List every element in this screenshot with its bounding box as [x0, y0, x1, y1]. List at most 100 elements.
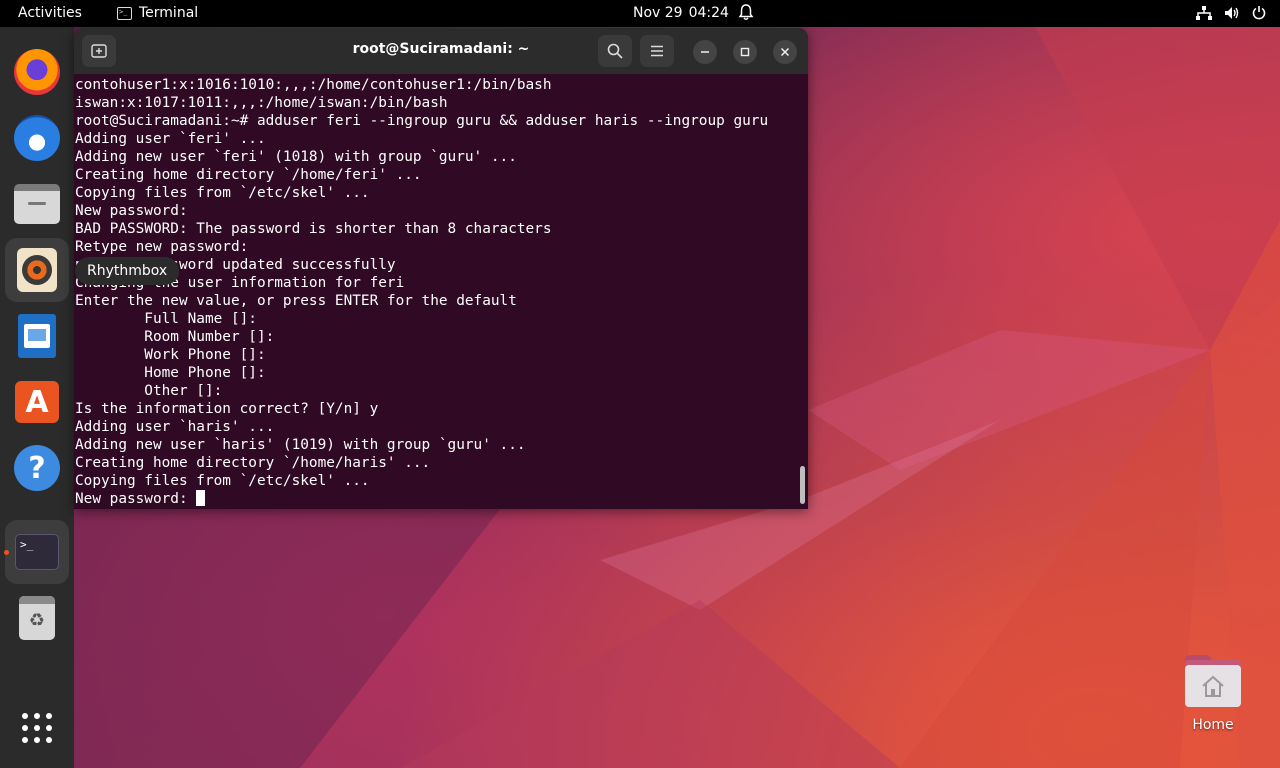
- terminal-line-text: Work Phone []:: [75, 347, 266, 363]
- home-folder-icon: [1185, 655, 1241, 707]
- terminal-line-text: Copying files from `/etc/skel' ...: [75, 473, 370, 489]
- terminal-line-text: Adding new user `feri' (1018) with group…: [75, 149, 517, 165]
- dock-files[interactable]: [5, 172, 69, 236]
- dock-tooltip: Rhythmbox: [75, 257, 180, 285]
- terminal-line-text: New password:: [75, 203, 188, 219]
- terminal-line-text: contohuser1:x:1016:1010:,,,:/home/contoh…: [75, 77, 552, 93]
- volume-icon: [1224, 6, 1240, 24]
- dock: A ? >_ ♻: [0, 27, 74, 768]
- terminal-line-text: Creating home directory `/home/haris' ..…: [75, 455, 431, 471]
- software-icon: A: [15, 381, 59, 423]
- terminal-line-text: iswan:x:1017:1011:,,,:/home/iswan:/bin/b…: [75, 95, 448, 111]
- terminal-line: Adding user `haris' ...: [75, 418, 795, 436]
- terminal-line: Enter the new value, or press ENTER for …: [75, 292, 795, 310]
- terminal-line: Adding new user `feri' (1018) with group…: [75, 148, 795, 166]
- terminal-scrollbar[interactable]: [800, 466, 805, 504]
- terminal-line-text: Adding user `haris' ...: [75, 419, 275, 435]
- top-bar: Activities >_ Terminal Nov 29 04:24: [0, 0, 1280, 27]
- terminal-line: Full Name []:: [75, 310, 795, 328]
- apps-grid-icon: [22, 713, 52, 743]
- minimize-icon: [701, 51, 709, 53]
- system-tray[interactable]: [1196, 5, 1266, 24]
- thunderbird-icon: [14, 115, 60, 161]
- terminal-line: Changing the user information for feri: [75, 274, 795, 292]
- terminal-line-text: Adding new user `haris' (1019) with grou…: [75, 437, 526, 453]
- search-button[interactable]: [598, 35, 632, 67]
- rhythmbox-icon: [17, 248, 57, 292]
- terminal-line-text: Room Number []:: [75, 329, 275, 345]
- hamburger-icon: [651, 45, 663, 57]
- terminal-window[interactable]: root@Suciramadani: ~ contohuser1:x:1016:…: [74, 28, 808, 509]
- terminal-line-text: Creating home directory `/home/feri' ...: [75, 167, 422, 183]
- terminal-line: BAD PASSWORD: The password is shorter th…: [75, 220, 795, 238]
- terminal-line: passwd: password updated successfully: [75, 256, 795, 274]
- terminal-cursor: [196, 490, 206, 506]
- clock[interactable]: Nov 29 04:24: [633, 5, 729, 21]
- help-icon: ?: [14, 445, 60, 491]
- maximize-button[interactable]: [733, 40, 757, 64]
- terminal-line-text: Is the information correct? [Y/n] y: [75, 401, 379, 417]
- terminal-icon: >_: [15, 534, 59, 570]
- terminal-line: Adding new user `haris' (1019) with grou…: [75, 436, 795, 454]
- close-button[interactable]: [773, 40, 797, 64]
- desktop-home-icon[interactable]: Home: [1176, 655, 1250, 733]
- dock-terminal[interactable]: >_: [5, 520, 69, 584]
- maximize-icon: [740, 47, 750, 57]
- dock-firefox[interactable]: [5, 40, 69, 104]
- terminal-line: New password:: [75, 490, 795, 508]
- terminal-line: root@Suciramadani:~# adduser feri --ingr…: [75, 112, 795, 130]
- terminal-line: Copying files from `/etc/skel' ...: [75, 184, 795, 202]
- dock-help[interactable]: ?: [5, 436, 69, 500]
- dock-trash[interactable]: ♻: [5, 586, 69, 650]
- terminal-line-text: root@Suciramadani:~# adduser feri --ingr…: [75, 113, 769, 129]
- terminal-line-text: Full Name []:: [75, 311, 257, 327]
- dock-libreoffice-writer[interactable]: [5, 304, 69, 368]
- terminal-line-text: Enter the new value, or press ENTER for …: [75, 293, 517, 309]
- writer-icon: [18, 314, 56, 358]
- terminal-line-text: BAD PASSWORD: The password is shorter th…: [75, 221, 552, 237]
- terminal-line: New password:: [75, 202, 795, 220]
- dock-ubuntu-software[interactable]: A: [5, 370, 69, 434]
- network-icon: [1196, 5, 1212, 24]
- app-menu[interactable]: >_ Terminal: [117, 5, 198, 21]
- terminal-line: Home Phone []:: [75, 364, 795, 382]
- minimize-button[interactable]: [693, 40, 717, 64]
- terminal-line-text: New password:: [75, 491, 197, 507]
- bell-icon[interactable]: [738, 4, 754, 25]
- menu-button[interactable]: [640, 35, 674, 67]
- terminal-line: contohuser1:x:1016:1010:,,,:/home/contoh…: [75, 76, 795, 94]
- terminal-line: Room Number []:: [75, 328, 795, 346]
- dock-rhythmbox[interactable]: [5, 238, 69, 302]
- terminal-line: Other []:: [75, 382, 795, 400]
- terminal-line: Work Phone []:: [75, 346, 795, 364]
- terminal-line-text: Adding user `feri' ...: [75, 131, 266, 147]
- desktop-home-label: Home: [1192, 717, 1234, 733]
- activities-button[interactable]: Activities: [18, 5, 82, 21]
- terminal-line: Is the information correct? [Y/n] y: [75, 400, 795, 418]
- terminal-output[interactable]: contohuser1:x:1016:1010:,,,:/home/contoh…: [75, 76, 795, 508]
- terminal-line-text: Retype new password:: [75, 239, 249, 255]
- terminal-line: Creating home directory `/home/haris' ..…: [75, 454, 795, 472]
- terminal-line: Copying files from `/etc/skel' ...: [75, 472, 795, 490]
- terminal-line: Creating home directory `/home/feri' ...: [75, 166, 795, 184]
- power-icon: [1252, 5, 1266, 24]
- terminal-line-text: Home Phone []:: [75, 365, 266, 381]
- terminal-headerbar[interactable]: root@Suciramadani: ~: [74, 28, 808, 74]
- terminal-line: iswan:x:1017:1011:,,,:/home/iswan:/bin/b…: [75, 94, 795, 112]
- terminal-line-text: Other []:: [75, 383, 223, 399]
- close-icon: [780, 47, 790, 57]
- app-menu-label: Terminal: [139, 5, 199, 21]
- files-icon: [14, 184, 60, 224]
- terminal-line: Adding user `feri' ...: [75, 130, 795, 148]
- terminal-running-indicator: [4, 550, 9, 555]
- clock-time: 04:24: [688, 5, 729, 21]
- search-icon: [607, 43, 623, 59]
- show-applications-button[interactable]: [5, 696, 69, 760]
- clock-date: Nov 29: [633, 5, 683, 21]
- terminal-line: Retype new password:: [75, 238, 795, 256]
- terminal-line-text: Copying files from `/etc/skel' ...: [75, 185, 370, 201]
- firefox-icon: [14, 49, 60, 95]
- trash-icon: ♻: [19, 596, 55, 640]
- dock-thunderbird[interactable]: [5, 106, 69, 170]
- terminal-app-icon: >_: [117, 6, 132, 20]
